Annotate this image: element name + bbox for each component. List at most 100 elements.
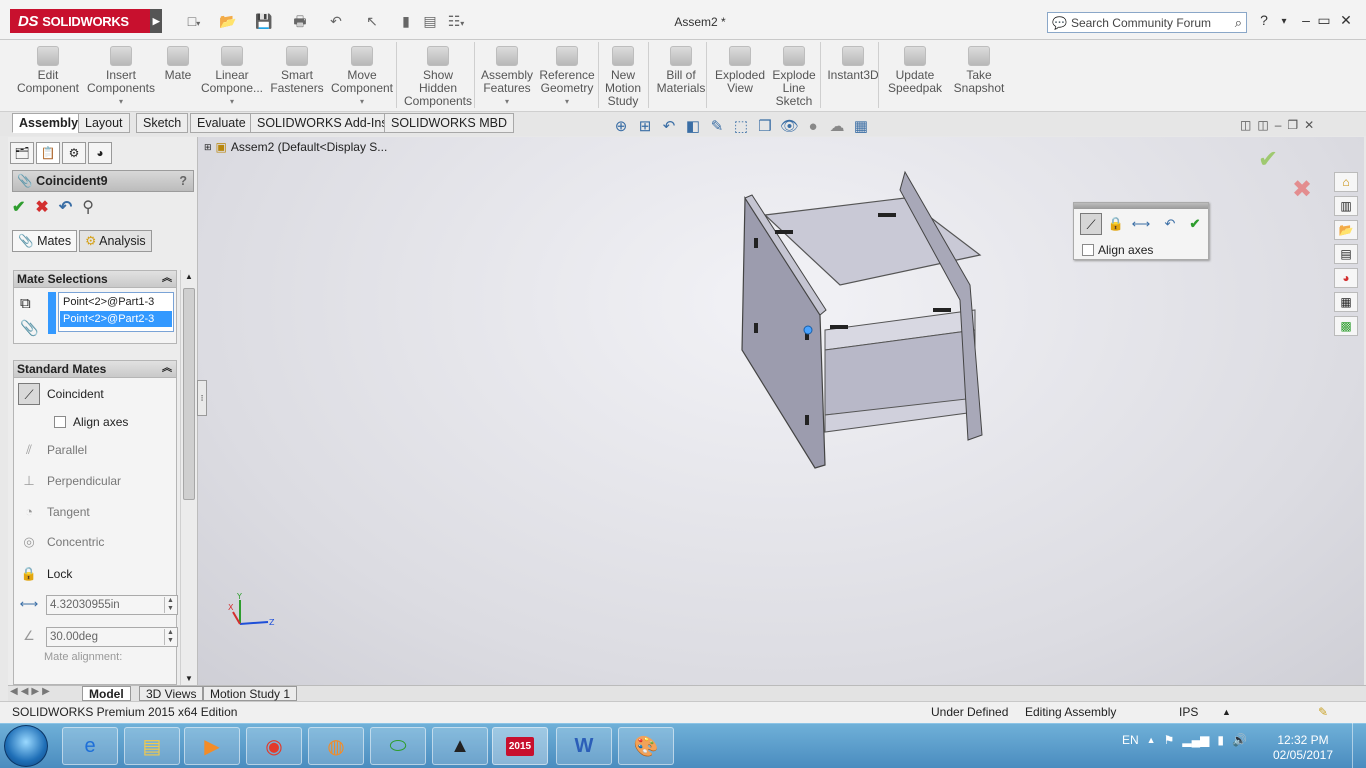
zoom-to-area-icon[interactable]: ⊞ <box>636 117 654 135</box>
tab-sketch[interactable]: Sketch <box>136 113 189 133</box>
mate-button[interactable]: Mate <box>160 46 196 110</box>
tab-solidworks-add-ins[interactable]: SOLIDWORKS Add-Ins <box>250 113 395 133</box>
firefox-icon[interactable]: ◍ <box>308 727 364 765</box>
tab-3d-views[interactable]: 3D Views <box>139 686 204 701</box>
show-hidden-components-button[interactable]: Show Hidden Components <box>398 46 478 110</box>
tray-expand-icon[interactable]: ▲ <box>1147 735 1156 745</box>
new-motion-study-button[interactable]: New Motion Study <box>600 46 646 110</box>
signal-icon[interactable]: ▂▄▆ <box>1182 733 1209 747</box>
explode-line-sketch-button[interactable]: Explode Line Sketch <box>768 46 820 110</box>
tab-motion-study-1[interactable]: Motion Study 1 <box>203 686 298 701</box>
show-desktop-button[interactable] <box>1352 723 1366 768</box>
hide-show-items-icon[interactable]: 👁 <box>780 117 799 135</box>
select-pointer-icon[interactable]: ↖ <box>362 12 382 30</box>
dynamic-annotation-icon[interactable]: ✎ <box>708 117 726 135</box>
selected-point-marker[interactable] <box>803 325 813 335</box>
open-folder-icon[interactable]: 📂 <box>218 12 238 30</box>
edit-component-button[interactable]: Edit Component <box>16 46 80 110</box>
language-indicator[interactable]: EN <box>1122 733 1139 747</box>
solidworks-taskbar-icon[interactable]: 2015 <box>492 727 548 765</box>
tab-layout[interactable]: Layout <box>78 113 130 133</box>
mate-selections-list[interactable]: Point<2>@Part1-3 Point<2>@Part2-3 <box>58 292 174 332</box>
distance-input[interactable]: 4.32030955in ▲ ▼ <box>46 595 178 615</box>
expand-tree-icon[interactable]: ⊞ <box>204 142 212 153</box>
forum-icon[interactable]: ▩ <box>1334 316 1358 336</box>
instant3d-button[interactable]: Instant3D <box>824 46 882 110</box>
smart-fasteners-button[interactable]: Smart Fasteners <box>270 46 324 110</box>
view-orientation-icon[interactable]: ⬚ <box>732 117 750 135</box>
minimize-window-button[interactable]: – <box>1296 12 1316 28</box>
scroll-up-icon[interactable]: ▲ <box>185 272 193 281</box>
confirmation-cancel-icon[interactable]: ✖ <box>1292 175 1312 204</box>
perpendicular-mate-button[interactable]: ⊥ Perpendicular <box>18 470 121 492</box>
inkscape-icon[interactable]: ▲ <box>432 727 488 765</box>
view-palette-icon[interactable]: ▤ <box>1334 244 1358 264</box>
options-icon[interactable]: ☷▾ <box>446 12 466 30</box>
popup-align-axes-checkbox[interactable]: Align axes <box>1082 243 1153 257</box>
property-manager-tab[interactable]: 📋 <box>36 142 60 164</box>
dropdown-arrow-icon[interactable]: ▾ <box>505 95 509 108</box>
save-icon[interactable]: 💾 <box>254 12 274 30</box>
tab-analysis[interactable]: ⚙ Analysis <box>79 230 152 252</box>
rebuild-status-icon[interactable]: ✎ <box>1318 702 1328 723</box>
custom-properties-icon[interactable]: ▦ <box>1334 292 1358 312</box>
popup-drag-bar[interactable] <box>1074 203 1208 209</box>
angle-stepper-icon[interactable]: ▲ ▼ <box>164 629 176 645</box>
viewport-close-icon[interactable]: ✕ <box>1304 118 1314 132</box>
zoom-to-fit-icon[interactable]: ⊕ <box>612 117 630 135</box>
distance-mate-button[interactable]: ⟷ <box>18 593 40 615</box>
tab-solidworks-mbd[interactable]: SOLIDWORKS MBD <box>384 113 514 133</box>
move-component-button[interactable]: Move Component ▾ <box>326 46 398 110</box>
undo-icon[interactable]: ↶ <box>1159 213 1181 235</box>
configuration-manager-tab[interactable]: ⚙ <box>62 142 86 164</box>
menu-expand-icon[interactable]: ▶ <box>150 9 162 33</box>
exploded-view-button[interactable]: Exploded View <box>710 46 770 110</box>
search-community-input[interactable]: 💬 Search Community Forum ⌕ <box>1047 12 1247 33</box>
dropdown-arrow-icon[interactable]: ▾ <box>230 95 234 108</box>
panel-splitter-handle[interactable]: ⁝ <box>197 380 207 416</box>
close-window-button[interactable]: ✕ <box>1336 12 1356 29</box>
distance-icon[interactable]: ⟷ <box>1130 213 1152 235</box>
unit-system[interactable]: IPS <box>1179 702 1198 723</box>
chrome-icon[interactable]: ◉ <box>246 727 302 765</box>
align-axes-checkbox[interactable]: Align axes <box>54 415 128 429</box>
search-icon[interactable]: ⌕ <box>1235 15 1242 31</box>
home-icon[interactable]: ⌂ <box>1334 172 1358 192</box>
solidworks-logo[interactable]: DS SOLIDWORKS ▶ <box>10 9 162 33</box>
angle-mate-button[interactable]: ∠ <box>18 625 40 647</box>
tab-mates[interactable]: 📎 Mates <box>12 230 78 252</box>
media-player-icon[interactable]: ▶ <box>184 727 240 765</box>
tangent-mate-button[interactable]: ◔ Tangent <box>18 501 90 523</box>
rebuild-icon[interactable]: ▮ <box>396 12 416 30</box>
linear-component-pattern-button[interactable]: Linear Compone... ▾ <box>200 46 264 110</box>
tab-model[interactable]: Model <box>82 686 131 701</box>
assembly-features-button[interactable]: Assembly Features ▾ <box>478 46 536 110</box>
appearances-icon[interactable]: ◕ <box>1334 268 1358 288</box>
display-manager-tab[interactable]: ◕ <box>88 142 112 164</box>
new-document-icon[interactable]: □▾ <box>184 12 204 30</box>
list-item[interactable]: Point<2>@Part2-3 <box>60 311 172 327</box>
word-icon[interactable]: W <box>556 727 612 765</box>
scrollbar-thumb[interactable] <box>183 288 195 500</box>
help-button[interactable]: ? <box>179 171 187 191</box>
view-settings-icon[interactable]: ▦ <box>852 117 870 135</box>
mate-selections-header[interactable]: Mate Selections ︽ <box>14 271 176 288</box>
lock-mate-button[interactable]: 🔒 Lock <box>18 563 72 585</box>
distance-stepper-icon[interactable]: ▲ ▼ <box>164 597 176 613</box>
units-up-icon[interactable]: ▲ <box>1222 702 1231 723</box>
take-snapshot-button[interactable]: Take Snapshot <box>950 46 1008 110</box>
file-properties-icon[interactable]: ▤ <box>420 12 440 30</box>
dropdown-arrow-icon[interactable]: ▾ <box>360 95 364 108</box>
standard-mates-header[interactable]: Standard Mates ︽ <box>14 361 176 378</box>
concentric-mate-button[interactable]: ◎ Concentric <box>18 531 104 553</box>
pushpin-icon[interactable]: ⚲ <box>82 197 94 217</box>
undo-icon[interactable]: ↶ <box>326 12 346 30</box>
print-icon[interactable]: 🖶 <box>290 12 310 30</box>
viewport-minimize-icon[interactable]: – <box>1275 118 1282 132</box>
tile-right-icon[interactable]: ◫ <box>1257 118 1268 132</box>
checkbox-icon[interactable] <box>1082 244 1094 256</box>
coincident-icon[interactable]: ⟋ <box>1080 213 1102 235</box>
ok-check-icon[interactable]: ✔ <box>1184 213 1206 235</box>
maximize-window-button[interactable]: ▭ <box>1314 12 1334 29</box>
reference-geometry-button[interactable]: Reference Geometry ▾ <box>536 46 598 110</box>
